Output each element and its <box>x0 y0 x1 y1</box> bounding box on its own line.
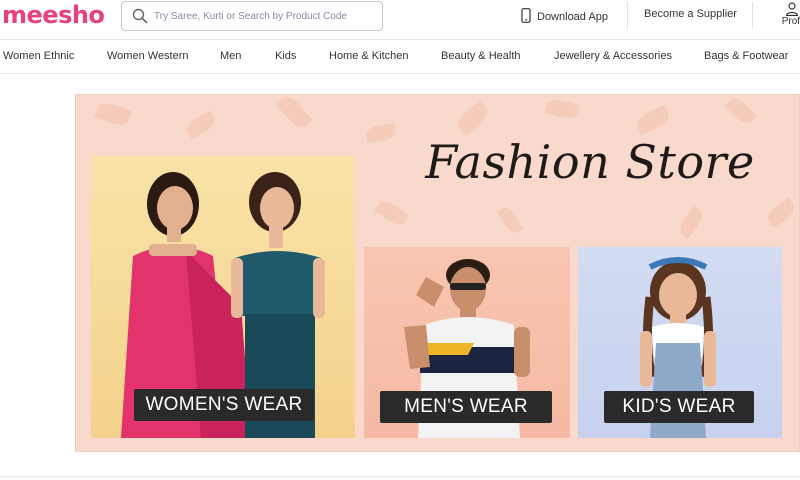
user-icon <box>785 2 799 16</box>
search-bar[interactable] <box>121 1 383 31</box>
become-supplier-link[interactable]: Become a Supplier <box>644 8 737 20</box>
phone-icon <box>521 8 531 23</box>
kids-wear-panel[interactable]: KID'S WEAR <box>578 247 782 438</box>
download-app-label: Download App <box>537 11 608 23</box>
top-header: meesho Download App Become a Supplier Pr… <box>0 0 800 36</box>
nav-item-home-kitchen[interactable]: Home & Kitchen <box>329 50 408 62</box>
search-icon <box>132 8 148 24</box>
meesho-logo[interactable]: meesho <box>2 1 105 29</box>
profile-button[interactable]: Profi <box>777 2 800 32</box>
nav-item-jewellery-accessories[interactable]: Jewellery & Accessories <box>554 50 672 62</box>
leaf-decoration <box>676 205 706 240</box>
nav-item-men[interactable]: Men <box>220 50 241 62</box>
womens-wear-label[interactable]: WOMEN'S WEAR <box>134 389 314 421</box>
leaf-decoration <box>544 97 580 121</box>
nav-item-bags-footwear[interactable]: Bags & Footwear <box>704 50 788 62</box>
nav-item-kids[interactable]: Kids <box>275 50 296 62</box>
nav-item-women-western[interactable]: Women Western <box>107 50 189 62</box>
divider <box>0 476 800 477</box>
divider <box>627 2 628 29</box>
category-nav: Women Ethnic Women Western Men Kids Home… <box>0 39 800 74</box>
leaf-decoration <box>93 99 133 129</box>
leaf-decoration <box>724 95 758 128</box>
mens-wear-panel[interactable]: MEN'S WEAR <box>364 247 570 438</box>
mens-wear-label[interactable]: MEN'S WEAR <box>380 391 552 423</box>
fashion-store-banner[interactable]: Fashion Store WOMEN'S WEAR MEN'S WEAR KI… <box>75 94 800 452</box>
banner-title: Fashion Store <box>425 135 755 189</box>
leaf-decoration <box>633 104 673 136</box>
nav-item-women-ethnic[interactable]: Women Ethnic <box>3 50 74 62</box>
leaf-decoration <box>374 197 410 229</box>
nav-item-beauty-health[interactable]: Beauty & Health <box>441 50 521 62</box>
download-app-link[interactable]: Download App <box>521 8 608 23</box>
divider <box>752 2 753 29</box>
profile-label: Profi <box>781 16 800 27</box>
search-input[interactable] <box>154 5 376 27</box>
leaf-decoration <box>275 95 313 132</box>
leaf-decoration <box>496 204 524 236</box>
womens-wear-panel[interactable]: WOMEN'S WEAR <box>91 156 355 438</box>
leaf-decoration <box>454 100 492 136</box>
leaf-decoration <box>184 110 218 140</box>
kids-wear-label[interactable]: KID'S WEAR <box>604 391 754 423</box>
leaf-decoration <box>364 122 398 144</box>
leaf-decoration <box>764 197 798 229</box>
